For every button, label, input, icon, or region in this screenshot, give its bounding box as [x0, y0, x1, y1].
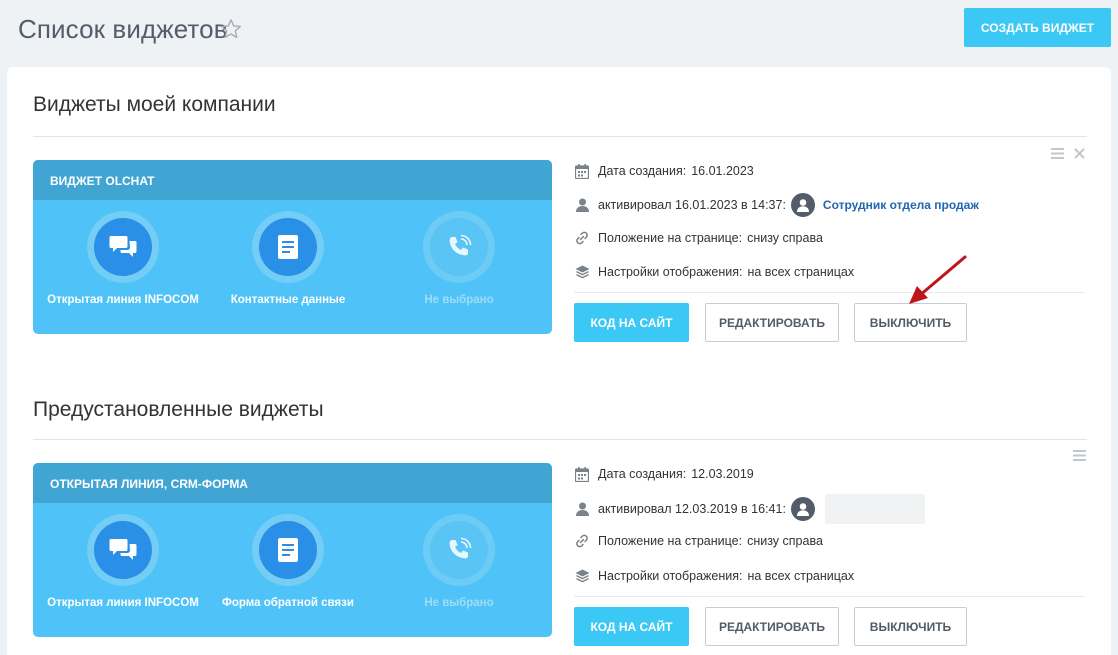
edit-button[interactable]: РЕДАКТИРОВАТЬ	[705, 303, 839, 342]
widget-card-open-line-crm[interactable]: ОТКРЫТАЯ ЛИНИЯ, CRM-ФОРМА Открытая линия…	[33, 463, 552, 637]
code-on-site-button[interactable]: КОД НА САЙТ	[574, 303, 689, 342]
info-created: Дата создания: 16.01.2023	[574, 161, 754, 181]
user-icon	[575, 198, 589, 212]
user-avatar-icon	[796, 502, 809, 516]
code-on-site-button[interactable]: КОД НА САЙТ	[574, 607, 689, 646]
annotation-arrow-icon	[909, 255, 967, 304]
position-value: снизу справа	[747, 231, 823, 245]
create-widget-button[interactable]: СОЗДАТЬ ВИДЖЕТ	[964, 8, 1111, 47]
info-created: Дата создания: 12.03.2019	[574, 464, 754, 484]
disable-button[interactable]: ВЫКЛЮЧИТЬ	[854, 607, 967, 646]
widget-card-title: ОТКРЫТАЯ ЛИНИЯ, CRM-ФОРМА	[33, 463, 552, 503]
avatar[interactable]	[790, 497, 815, 521]
document-icon	[278, 538, 298, 562]
link-icon	[576, 534, 588, 548]
position-label: Положение на странице:	[598, 534, 743, 548]
disable-button[interactable]: ВЫКЛЮЧИТЬ	[854, 303, 967, 342]
star-icon[interactable]	[219, 17, 243, 41]
activated-label: активировал 16.01.2023 в 14:37:	[598, 198, 786, 212]
chat-bubbles-icon	[109, 539, 137, 560]
phone-icon	[449, 537, 472, 559]
calendar-icon	[575, 163, 589, 179]
section-title-preinstalled: Предустановленные виджеты	[33, 398, 324, 421]
edit-button[interactable]: РЕДАКТИРОВАТЬ	[705, 607, 839, 646]
layers-icon	[575, 569, 589, 583]
phone-icon	[449, 234, 472, 256]
section-divider	[33, 136, 1087, 137]
section-divider	[33, 439, 1087, 440]
widget-item-label: Контактные данные	[230, 294, 346, 306]
widget-item-open-line[interactable]: Открытая линия INFOCOM	[33, 211, 213, 309]
menu-icon[interactable]	[1051, 148, 1064, 159]
widget-item-label: Открытая линия INFOCOM	[47, 294, 199, 306]
info-activated: активировал 12.03.2019 в 16:41:	[574, 494, 925, 524]
menu-icon[interactable]	[1073, 450, 1086, 461]
display-value: на всех страницах	[747, 569, 855, 583]
info-position: Положение на странице: снизу справа	[574, 228, 823, 248]
widget-item-label: Открытая линия INFOCOM	[47, 597, 199, 609]
chat-bubbles-icon	[109, 236, 137, 257]
page-header: Список виджетов СОЗДАТЬ ВИДЖЕТ	[0, 0, 1118, 66]
display-value: на всех страницах	[747, 265, 855, 279]
created-label: Дата создания:	[598, 467, 687, 481]
info-display: Настройки отображения: на всех страницах	[574, 262, 854, 282]
info-divider	[574, 596, 1085, 597]
display-label: Настройки отображения:	[598, 265, 743, 279]
widget-item-not-selected[interactable]: Не выбрано	[369, 211, 549, 309]
widgets-panel: Виджеты моей компании ВИДЖЕТ OLCHAT Откр…	[7, 67, 1111, 655]
widget-item-label: Не выбрано	[424, 294, 494, 306]
widget-card-olchat[interactable]: ВИДЖЕТ OLCHAT Открытая линия INFOCOM Кон…	[33, 160, 552, 334]
activated-user-link[interactable]: Сотрудник отдела продаж	[823, 198, 979, 212]
info-activated: активировал 16.01.2023 в 14:37: Сотрудни…	[574, 192, 979, 218]
avatar[interactable]	[790, 193, 815, 217]
display-label: Настройки отображения:	[598, 569, 743, 583]
created-value: 12.03.2019	[691, 467, 754, 481]
layers-icon	[575, 265, 589, 279]
position-value: снизу справа	[747, 534, 823, 548]
calendar-icon	[575, 466, 589, 482]
close-icon[interactable]	[1074, 148, 1085, 159]
link-icon	[576, 231, 588, 245]
info-position: Положение на странице: снизу справа	[574, 531, 823, 551]
info-divider	[574, 292, 1085, 293]
info-display: Настройки отображения: на всех страницах	[574, 566, 854, 586]
created-value: 16.01.2023	[691, 164, 754, 178]
section-title-my-company: Виджеты моей компании	[33, 93, 276, 116]
created-label: Дата создания:	[598, 164, 687, 178]
widget-item-contacts[interactable]: Контактные данные	[198, 211, 378, 309]
widget-item-label: Форма обратной связи	[222, 597, 354, 609]
user-avatar-icon	[796, 198, 809, 212]
document-icon	[278, 235, 298, 259]
widget-card-title: ВИДЖЕТ OLCHAT	[33, 160, 552, 200]
widget-item-label: Не выбрано	[424, 597, 494, 609]
widget-item-feedback-form[interactable]: Форма обратной связи	[198, 514, 378, 612]
position-label: Положение на странице:	[598, 231, 743, 245]
widget-item-not-selected[interactable]: Не выбрано	[369, 514, 549, 612]
activated-label: активировал 12.03.2019 в 16:41:	[598, 502, 786, 516]
redacted-user-name	[824, 494, 925, 524]
widget-item-open-line[interactable]: Открытая линия INFOCOM	[33, 514, 213, 612]
page-title: Список виджетов	[18, 14, 228, 44]
user-icon	[575, 502, 589, 516]
